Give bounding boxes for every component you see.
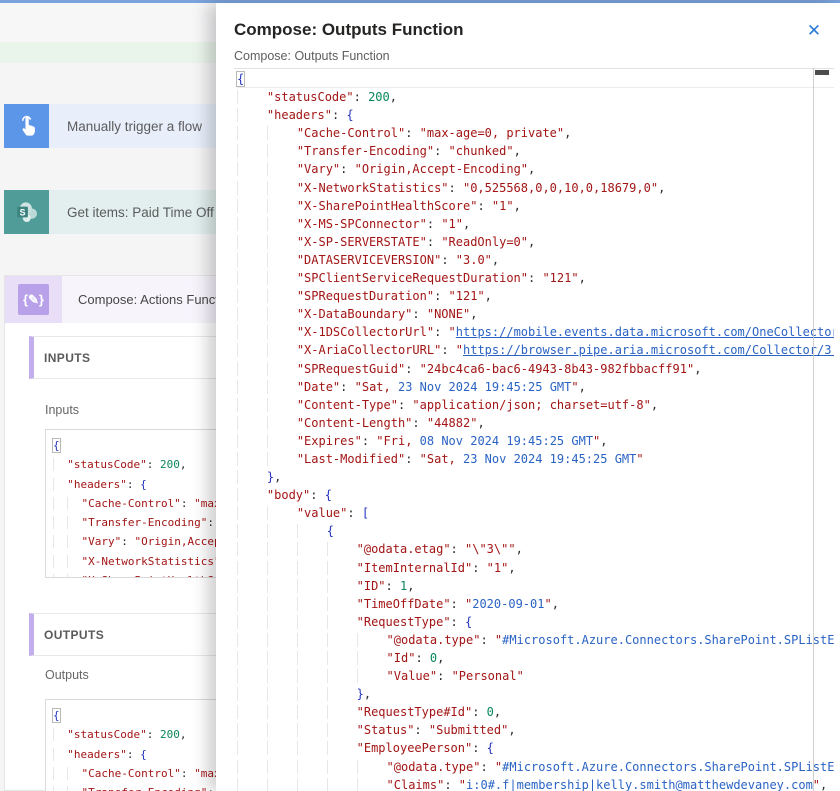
action-card-compose: {✎} Compose: Actions Function INPUTS Inp… <box>4 275 224 791</box>
compose-icon: {✎} <box>18 284 49 315</box>
svg-text:S: S <box>19 207 25 217</box>
compose-card-header[interactable]: {✎} Compose: Actions Function <box>5 276 223 323</box>
header-strip <box>0 3 216 42</box>
output-code-editor[interactable]: { "statusCode": 200, "headers": { "Cache… <box>234 68 834 791</box>
getitems-card-label: Get items: Paid Time Off <box>49 190 216 234</box>
compose-card-title: Compose: Actions Function <box>62 276 223 323</box>
panel-subtitle: Compose: Outputs Function <box>234 49 390 63</box>
close-icon[interactable]: ✕ <box>802 19 826 43</box>
action-card-get-items[interactable]: S Get items: Paid Time Off <box>4 190 216 234</box>
scrollbar-track[interactable] <box>813 68 814 791</box>
outputs-label: Outputs <box>45 668 89 682</box>
inputs-label: Inputs <box>45 403 79 417</box>
sharepoint-icon: S <box>4 190 49 234</box>
manual-trigger-icon <box>4 104 49 148</box>
trigger-card-label: Manually trigger a flow <box>49 104 216 148</box>
outputs-header-label: OUTPUTS <box>44 628 104 642</box>
compose-icon-zone: {✎} <box>5 276 62 323</box>
panel-title: Compose: Outputs Function <box>234 20 463 40</box>
power-automate-run-view: Manually trigger a flow S Get items: Pai… <box>0 0 840 791</box>
inputs-code-editor[interactable]: { "statusCode": 200, "headers": { "Cache… <box>45 429 245 578</box>
inputs-header-label: INPUTS <box>44 351 90 365</box>
peek-side-panel: Compose: Outputs Function ✕ Compose: Out… <box>216 3 840 791</box>
success-banner-strip <box>0 42 216 63</box>
trigger-card-manual[interactable]: Manually trigger a flow <box>4 104 216 148</box>
outputs-code-editor[interactable]: { "statusCode": 200, "headers": { "Cache… <box>45 699 245 791</box>
scrollbar-thumb[interactable] <box>815 70 829 75</box>
